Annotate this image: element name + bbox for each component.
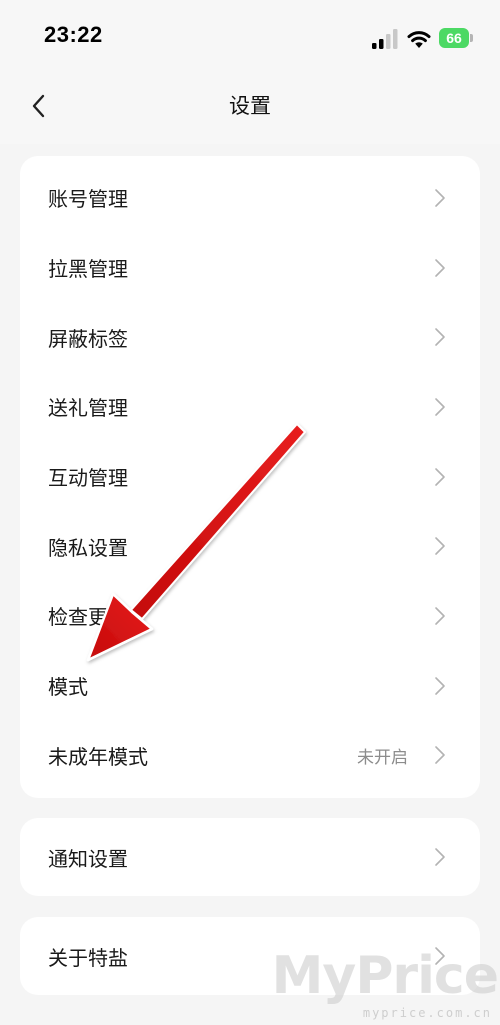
settings-notify-card: 通知设置 [20, 818, 480, 896]
settings-item-interaction[interactable]: 互动管理 [20, 442, 480, 512]
cellular-signal-icon [372, 29, 398, 49]
chevron-right-icon [435, 189, 445, 207]
settings-item-label: 账号管理 [48, 187, 128, 212]
settings-item-mode[interactable]: 模式 [20, 651, 480, 721]
settings-item-label: 模式 [48, 675, 88, 700]
settings-item-minor-mode[interactable]: 未成年模式 未开启 [20, 721, 480, 791]
nav-bar: 设置 [0, 78, 500, 144]
chevron-right-icon [435, 467, 445, 486]
chevron-right-icon [435, 328, 445, 347]
battery-icon: 66 [439, 28, 473, 48]
chevron-right-icon [435, 607, 445, 625]
settings-item-blocklist[interactable]: 拉黑管理 [20, 233, 480, 303]
chevron-right-icon [435, 676, 445, 695]
settings-item-label: 送礼管理 [48, 396, 128, 421]
settings-screen: 23:22 66 设置 账号管理 拉黑管理 屏蔽标签 送礼管理 互动管理 隐私设… [0, 0, 500, 1025]
chevron-right-icon [435, 746, 445, 765]
settings-item-label: 屏蔽标签 [48, 326, 128, 351]
settings-item-notifications[interactable]: 通知设置 [20, 818, 480, 896]
settings-item-label: 检查更新 [48, 605, 128, 630]
page-title: 设置 [229, 94, 271, 118]
chevron-right-icon [435, 258, 445, 277]
status-bar: 23:22 66 [0, 0, 500, 78]
battery-tip [470, 34, 473, 42]
wifi-icon [407, 31, 431, 48]
battery-level: 66 [439, 28, 469, 48]
settings-item-label: 通知设置 [48, 846, 128, 871]
watermark: MyPrice myprice.com.cn [272, 946, 499, 1022]
settings-item-blocked-tags[interactable]: 屏蔽标签 [20, 302, 480, 372]
settings-item-label: 未成年模式 [48, 744, 148, 769]
settings-item-check-update[interactable]: 检查更新 [20, 581, 480, 651]
chevron-right-icon [435, 398, 445, 416]
chevron-right-icon [435, 848, 445, 866]
settings-item-label: 关于特盐 [48, 945, 128, 970]
settings-item-privacy[interactable]: 隐私设置 [20, 511, 480, 581]
settings-item-label: 互动管理 [48, 466, 128, 491]
settings-main-card: 账号管理 拉黑管理 屏蔽标签 送礼管理 互动管理 隐私设置 检查更新 模式 未成… [20, 156, 480, 798]
watermark-logo: MyPrice [271, 946, 499, 1006]
settings-item-account[interactable]: 账号管理 [20, 163, 480, 233]
settings-item-value: 未开启 [357, 747, 408, 768]
watermark-url: myprice.com.cn [362, 1006, 492, 1020]
status-time: 23:22 [44, 22, 103, 47]
settings-item-gifts[interactable]: 送礼管理 [20, 372, 480, 442]
settings-item-label: 拉黑管理 [48, 257, 128, 282]
chevron-right-icon [435, 537, 445, 556]
settings-item-label: 隐私设置 [48, 535, 128, 560]
